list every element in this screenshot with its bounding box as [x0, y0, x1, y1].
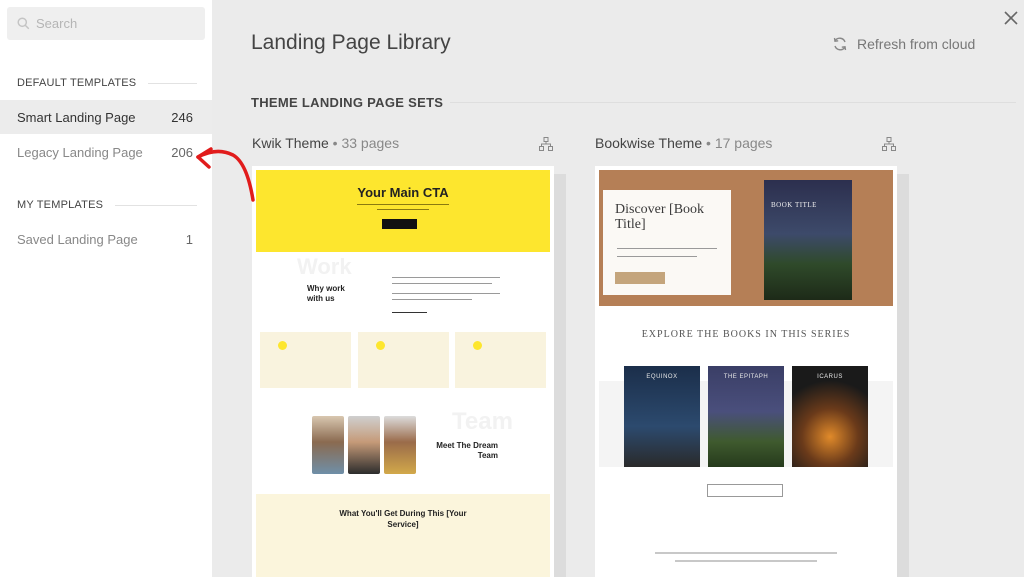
- preview-benefit-box: [358, 332, 449, 388]
- search-box[interactable]: [7, 7, 205, 40]
- series-cover-title: THE EPITAPH: [723, 374, 769, 380]
- section-title: DEFAULT TEMPLATES: [17, 77, 137, 89]
- preview-meet-heading: Meet The Dream Team: [436, 441, 498, 460]
- preview-see-all-button: [707, 484, 783, 497]
- page-title: Landing Page Library: [251, 31, 451, 54]
- text-line: [392, 312, 427, 313]
- text-line: [357, 204, 449, 205]
- sets-heading: THEME LANDING PAGE SETS: [251, 95, 444, 110]
- preview-cta-title: Your Main CTA: [357, 185, 449, 200]
- preview-benefit-box: [260, 332, 351, 388]
- theme-pages: 17 pages: [714, 135, 773, 151]
- divider: [450, 102, 1016, 103]
- theme-name: Kwik Theme: [252, 135, 329, 151]
- sidebar-item-count: 1: [185, 231, 193, 247]
- preview-hero: Your Main CTA: [256, 170, 550, 252]
- sidebar-item-label: Legacy Landing Page: [17, 144, 143, 160]
- divider: [115, 204, 197, 206]
- refresh-icon: [833, 37, 847, 51]
- preview-team-photo: [312, 416, 344, 474]
- theme-pages: 33 pages: [341, 135, 400, 151]
- preview-book-cover: [764, 180, 852, 300]
- sidebar-item-saved-landing-page[interactable]: Saved Landing Page 1: [0, 222, 212, 256]
- sidebar-item-smart-landing-page[interactable]: Smart Landing Page 246: [0, 100, 212, 134]
- sidebar-item-label: Saved Landing Page: [17, 231, 138, 247]
- search-input[interactable]: [36, 16, 186, 31]
- preview-cta-button: [382, 219, 417, 229]
- text-line: [392, 299, 472, 300]
- preview-book-title: BOOK TITLE: [771, 201, 817, 209]
- preview-work-bg: Work: [297, 254, 352, 279]
- text-line: [392, 277, 500, 278]
- preview-series-cover: ICARUS: [792, 366, 868, 467]
- preview-team-photo: [348, 416, 380, 474]
- preview-series-cover: THE EPITAPH: [708, 366, 784, 467]
- preview-explore-heading: EXPLORE THE BOOKS IN THIS SERIES: [641, 329, 851, 340]
- text-line: [655, 552, 837, 554]
- preview-team-bg: Team: [452, 408, 513, 435]
- sitemap-icon[interactable]: [539, 137, 553, 151]
- close-icon[interactable]: [1003, 10, 1019, 26]
- refresh-label: Refresh from cloud: [857, 36, 976, 52]
- benefit-dot: [278, 341, 287, 350]
- theme-label-bookwise: Bookwise Theme • 17 pages: [595, 135, 772, 151]
- preview-get-section: What You'll Get During This [Your Servic…: [256, 494, 550, 577]
- search-icon: [17, 17, 30, 30]
- text-line: [675, 560, 817, 562]
- text-line: [392, 283, 492, 284]
- refresh-button[interactable]: Refresh from cloud: [832, 36, 975, 52]
- sidebar-item-count: 246: [171, 109, 193, 125]
- preview-discover-heading: Discover [Book Title]: [615, 202, 705, 232]
- text-line: [392, 293, 500, 294]
- benefit-dot: [473, 341, 482, 350]
- sidebar-item-count: 206: [171, 144, 193, 160]
- divider: [148, 82, 197, 84]
- annotation-arrow-icon: [196, 147, 255, 202]
- theme-pages-separator: •: [706, 135, 715, 151]
- sidebar: DEFAULT TEMPLATES Smart Landing Page 246…: [0, 0, 212, 577]
- theme-label-kwik: Kwik Theme • 33 pages: [252, 135, 399, 151]
- benefit-dot: [376, 341, 385, 350]
- sidebar-item-legacy-landing-page[interactable]: Legacy Landing Page 206: [0, 135, 212, 169]
- sitemap-icon[interactable]: [882, 137, 896, 151]
- series-cover-title: ICARUS: [817, 374, 843, 380]
- preview-why-heading: Why work with us: [307, 284, 345, 303]
- text-line: [377, 209, 429, 210]
- text-line: [617, 256, 697, 257]
- section-default-templates: DEFAULT TEMPLATES: [17, 77, 197, 89]
- section-title: MY TEMPLATES: [17, 199, 104, 211]
- text-line: [617, 248, 717, 249]
- preview-team-photo: [384, 416, 416, 474]
- theme-preview-kwik[interactable]: Your Main CTA Work Why work with us Team…: [252, 166, 554, 577]
- preview-series-cover: EQUINOX: [624, 366, 700, 467]
- sidebar-item-label: Smart Landing Page: [17, 109, 136, 125]
- preview-benefit-box: [455, 332, 546, 388]
- theme-preview-bookwise[interactable]: Discover [Book Title] BOOK TITLE EXPLORE…: [595, 166, 897, 577]
- preview-hero-button: [615, 272, 665, 284]
- theme-name: Bookwise Theme: [595, 135, 703, 151]
- series-cover-title: EQUINOX: [646, 374, 678, 380]
- preview-get-heading: What You'll Get During This [Your Servic…: [339, 509, 467, 529]
- section-my-templates: MY TEMPLATES: [17, 199, 197, 211]
